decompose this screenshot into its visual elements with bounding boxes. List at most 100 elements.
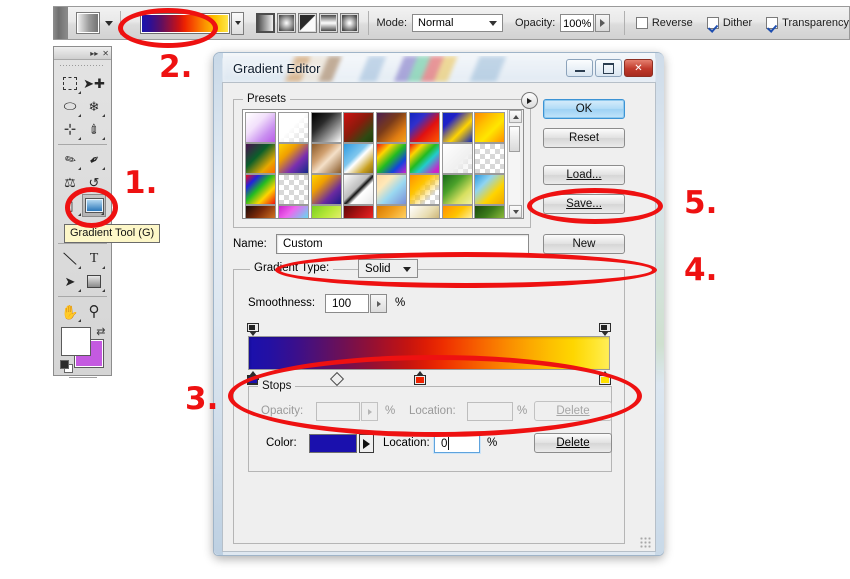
preset-swatch[interactable] [376, 143, 407, 174]
preset-swatch[interactable] [376, 174, 407, 205]
opacity-stepper-button[interactable] [595, 14, 610, 32]
opacity-stop-left[interactable] [247, 323, 259, 336]
delete-color-stop-button[interactable]: Delete [534, 433, 612, 453]
crop-tool[interactable]: ⊹ [58, 118, 82, 141]
magic-wand-tool[interactable]: ❄ [82, 95, 106, 118]
preset-swatch[interactable] [408, 205, 440, 218]
collapse-icon[interactable]: ▸▸ [90, 49, 98, 58]
pen-tool[interactable]: ╲ [58, 247, 82, 270]
close-button[interactable]: ✕ [624, 59, 653, 77]
preset-swatch[interactable] [277, 174, 309, 205]
preset-swatch[interactable] [343, 143, 375, 174]
path-selection-tool[interactable]: ➤ [58, 270, 82, 293]
divider [58, 144, 107, 145]
toolbox-titlebar[interactable]: ▸▸ ✕ [54, 47, 111, 60]
tool-preset-chevron-down-icon[interactable] [104, 20, 113, 26]
opacity-input[interactable]: 100% [560, 14, 594, 32]
minimize-button[interactable] [566, 59, 593, 77]
color-stop-swatch-button[interactable] [309, 434, 357, 453]
reverse-checkbox[interactable] [635, 17, 648, 29]
preset-swatch[interactable] [245, 112, 276, 143]
preset-swatch[interactable] [441, 174, 473, 205]
location-label-bottom: Location: [383, 437, 430, 449]
reflected-gradient-button[interactable] [319, 13, 339, 33]
mode-label: Mode: [376, 17, 408, 29]
preset-swatch[interactable] [408, 143, 440, 174]
dither-checkbox[interactable] [706, 17, 719, 29]
color-dropdown-icon[interactable] [359, 434, 374, 453]
foreground-color-swatch[interactable] [60, 327, 91, 356]
divider [623, 11, 625, 35]
preset-swatch[interactable] [310, 205, 342, 218]
tool-preset-picker[interactable] [75, 12, 100, 34]
eyedropper-tool[interactable]: ✐ [82, 118, 106, 141]
preset-swatch[interactable] [474, 205, 506, 218]
preset-swatch[interactable] [310, 112, 342, 143]
dialog-titlebar[interactable]: Gradient Editor ✕ [222, 56, 656, 82]
preset-swatch[interactable] [376, 112, 407, 143]
toolbox-drag-grip[interactable] [60, 63, 105, 70]
preset-swatch[interactable] [310, 143, 342, 174]
options-bar-grip[interactable] [53, 7, 68, 39]
presets-scrollbar[interactable] [507, 110, 523, 218]
maximize-button[interactable] [595, 59, 622, 77]
swap-colors-icon[interactable]: ⇄ [96, 325, 105, 338]
reverse-checkbox-row[interactable]: Reverse [635, 17, 693, 29]
blend-mode-select[interactable]: Normal [412, 14, 503, 32]
diamond-gradient-button[interactable] [340, 13, 360, 33]
smoothness-stepper-button[interactable] [370, 294, 387, 313]
opacity-stop-right[interactable] [599, 323, 611, 336]
new-button[interactable]: New [543, 234, 625, 254]
preset-swatch[interactable] [245, 174, 276, 205]
scrollbar-thumb[interactable] [509, 126, 520, 152]
transparency-checkbox-row[interactable]: Transparency [766, 17, 849, 29]
default-colors-icon[interactable] [59, 360, 73, 373]
dialog-title: Gradient Editor [233, 61, 321, 76]
preset-swatch[interactable] [343, 112, 375, 143]
close-icon[interactable]: ✕ [102, 49, 109, 58]
brush-tool[interactable]: ✒ [82, 148, 106, 171]
preset-swatch[interactable] [277, 205, 309, 218]
resize-grip[interactable] [640, 537, 651, 548]
linear-gradient-button[interactable] [256, 13, 276, 33]
preset-swatch[interactable] [441, 112, 473, 143]
transparency-checkbox[interactable] [766, 17, 779, 29]
reset-button[interactable]: Reset [543, 128, 625, 148]
hand-tool[interactable]: ✋ [58, 300, 82, 323]
preset-swatch[interactable] [441, 205, 473, 218]
preset-swatch[interactable] [245, 143, 276, 174]
type-tool[interactable]: T [82, 247, 106, 270]
preset-swatch[interactable] [245, 205, 276, 218]
preset-swatch[interactable] [277, 112, 309, 143]
preset-swatch[interactable] [376, 205, 407, 218]
radial-gradient-button[interactable] [277, 13, 297, 33]
angle-gradient-button[interactable] [298, 13, 318, 33]
preset-swatch[interactable] [408, 112, 440, 143]
marquee-tool[interactable] [58, 72, 82, 95]
scroll-up-icon[interactable] [509, 110, 522, 123]
rectangle-tool[interactable] [82, 270, 106, 293]
scroll-down-icon[interactable] [509, 205, 522, 218]
preset-swatch[interactable] [343, 205, 375, 218]
presets-menu-button[interactable] [521, 92, 538, 109]
divider [58, 243, 107, 244]
healing-brush-tool[interactable]: ✎ [58, 148, 82, 171]
load-button[interactable]: Load... [543, 165, 625, 185]
text-cursor [448, 437, 449, 450]
preset-swatch[interactable] [441, 143, 473, 174]
preset-swatch[interactable] [474, 174, 506, 205]
preset-swatch[interactable] [277, 143, 309, 174]
gradient-picker-chevron-down-icon[interactable] [230, 11, 245, 35]
preset-swatch[interactable] [310, 174, 342, 205]
smoothness-input[interactable]: 100 [325, 294, 369, 313]
move-tool[interactable]: ➤✚ [82, 72, 106, 95]
preset-swatch[interactable] [343, 174, 375, 205]
zoom-tool[interactable]: ⚲ [82, 300, 106, 323]
ok-button[interactable]: OK [543, 99, 625, 119]
preset-swatch[interactable] [474, 112, 506, 143]
dither-checkbox-row[interactable]: Dither [706, 17, 752, 29]
preset-swatch[interactable] [474, 143, 506, 174]
gradient-name-input[interactable]: Custom [276, 234, 529, 254]
lasso-tool[interactable]: ⬭ [58, 95, 82, 118]
preset-swatch[interactable] [408, 174, 440, 205]
